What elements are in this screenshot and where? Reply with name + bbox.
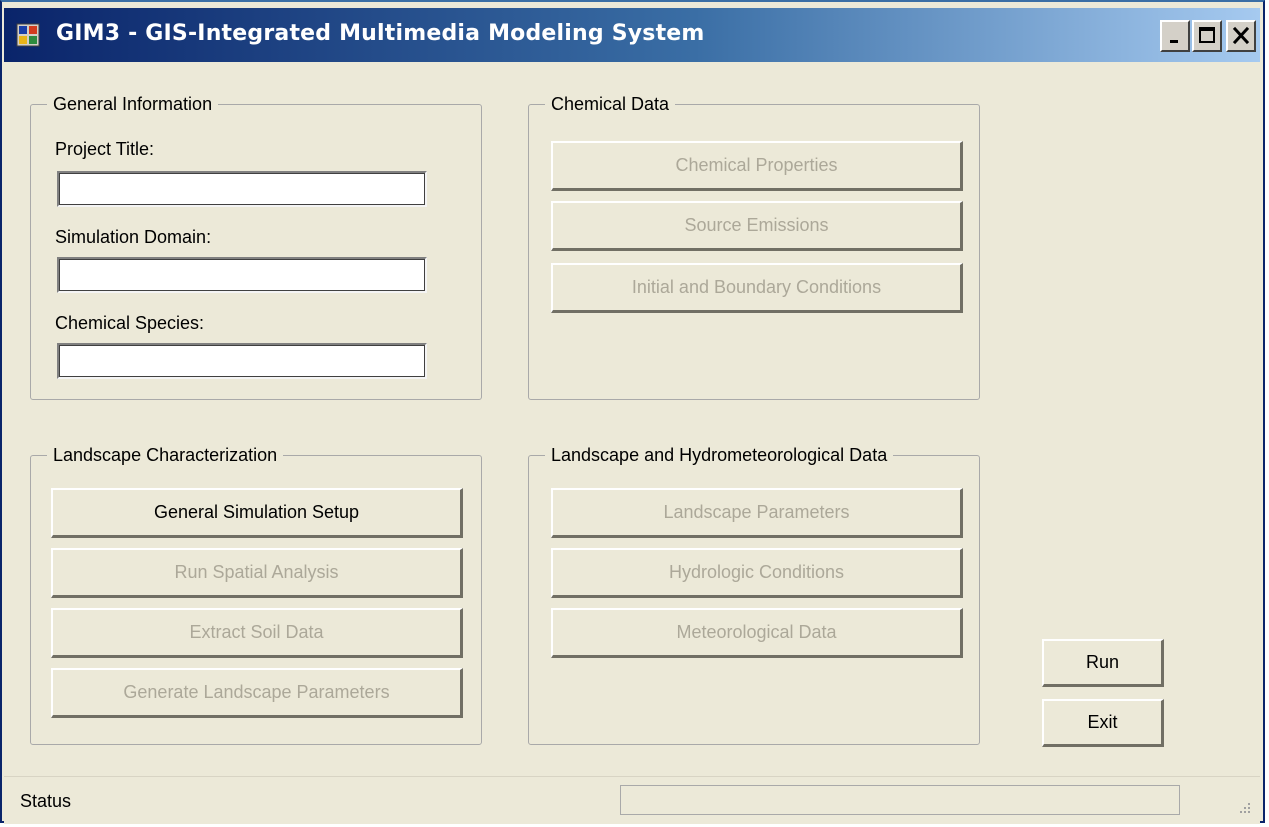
simulation-domain-field[interactable] [57,257,427,293]
progress-bar [620,785,1180,815]
general-simulation-setup-button[interactable]: General Simulation Setup [51,488,463,538]
group-title-general: General Information [47,93,219,115]
source-emissions-button[interactable]: Source Emissions [551,201,963,251]
extract-soil-data-button[interactable]: Extract Soil Data [51,608,463,658]
run-button[interactable]: Run [1042,639,1164,687]
group-title-landscape: Landscape Characterization [47,444,284,466]
close-icon [1232,26,1250,45]
group-title-hydro: Landscape and Hydrometeorological Data [545,444,894,466]
group-title-chemical: Chemical Data [545,93,676,115]
chemical-species-label: Chemical Species: [55,313,205,333]
resize-grip-icon[interactable] [1236,799,1252,815]
app-window-icon[interactable] [16,23,40,47]
chemical-properties-button[interactable]: Chemical Properties [551,141,963,191]
landscape-parameters-button[interactable]: Landscape Parameters [551,488,963,538]
status-bar: Status [4,776,1260,824]
maximize-button[interactable] [1192,20,1222,52]
hydrologic-conditions-button[interactable]: Hydrologic Conditions [551,548,963,598]
minimize-icon [1170,40,1178,43]
window-title: GIM3 - GIS-Integrated Multimedia Modelin… [56,21,705,46]
simulation-domain-label: Simulation Domain: [55,227,212,247]
hydrometeorological-data-group: Landscape and Hydrometeorological Data L… [528,444,980,745]
generate-landscape-parameters-button[interactable]: Generate Landscape Parameters [51,668,463,718]
exit-button[interactable]: Exit [1042,699,1164,747]
meteorological-data-button[interactable]: Meteorological Data [551,608,963,658]
chemical-data-group: Chemical Data Chemical Properties Source… [528,93,980,400]
maximize-icon [1199,27,1215,43]
status-label: Status [20,791,72,811]
project-title-field[interactable] [57,171,427,207]
general-information-group: General Information Project Title: Simul… [30,93,482,400]
chemical-species-field[interactable] [57,343,427,379]
initial-boundary-conditions-button[interactable]: Initial and Boundary Conditions [551,263,963,313]
title-bar[interactable]: GIM3 - GIS-Integrated Multimedia Modelin… [4,8,1260,62]
minimize-button[interactable] [1160,20,1190,52]
run-spatial-analysis-button[interactable]: Run Spatial Analysis [51,548,463,598]
close-button[interactable] [1226,20,1256,52]
landscape-characterization-group: Landscape Characterization General Simul… [30,444,482,745]
project-title-label: Project Title: [55,139,155,159]
